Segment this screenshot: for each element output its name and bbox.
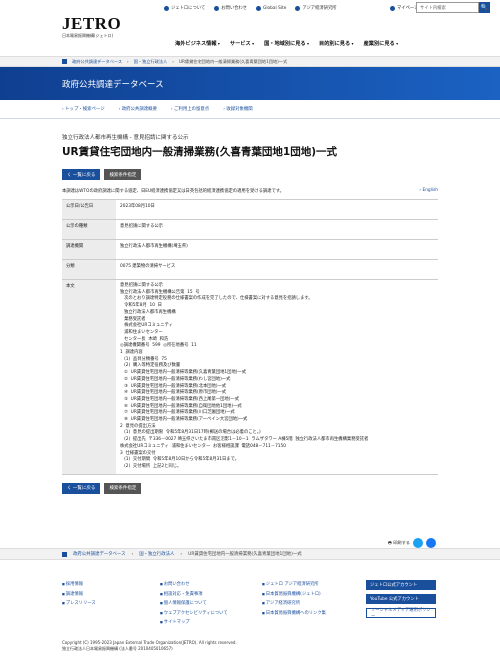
breadcrumb: 政府公共調達データベース › 国・独立行政法人 › UR賃貸住宅団地内一般清掃業務(…: [0, 56, 500, 67]
jetro-logo[interactable]: JETRO: [62, 14, 121, 34]
footer-col-2: お問い合わせ 相談対応・免責事項 個人情報保護について ウェブアクセシビリティに…: [160, 580, 228, 628]
row-value: 0075 建築物の清掃サービス: [116, 259, 438, 280]
nav-overseas-info[interactable]: 海外ビジネス情報: [175, 40, 220, 47]
page-title: UR賃貸住宅団地内一般清掃業務(久喜青葉団地1団地)一式: [62, 146, 338, 158]
nav-by-country[interactable]: 国・地域別に見る: [264, 40, 309, 47]
home-icon[interactable]: [62, 59, 67, 64]
button-row-bottom: く 一覧に戻る 検索条件指定: [62, 482, 500, 494]
circle-icon: [214, 5, 220, 11]
table-row: 公示日/公告日 2023年08月10日: [62, 199, 438, 220]
circle-icon: [164, 5, 169, 11]
english-link[interactable]: › English: [419, 188, 438, 193]
footer-link[interactable]: アジア経済研究所: [262, 599, 326, 609]
breadcrumb-item[interactable]: 国・独立行政法人: [139, 551, 174, 557]
breadcrumb-bottom: 政府公共調達データベース › 国・独立行政法人 › UR賃貸住宅団地内一般清掃業務(…: [0, 548, 500, 560]
footer-link[interactable]: ジェトロ アジア経済研究所: [262, 580, 326, 590]
subnav-top-search[interactable]: トップ・検索ページ: [62, 106, 104, 112]
subnav-notes[interactable]: ご利用上の留意点: [171, 106, 209, 112]
logo-subtitle: 日本貿易振興機構(ジェトロ): [62, 33, 114, 38]
wto-notice: 本調達はWTOの政府調達に関する協定、日EU経済連携協定又は日英包括的経済連携協…: [62, 188, 438, 194]
footer-col-1: 採用情報 調達情報 プレスリリース: [62, 580, 96, 609]
footer-link[interactable]: 調達情報: [62, 590, 96, 600]
back-to-list-button[interactable]: く 一覧に戻る: [62, 482, 101, 494]
nav-services[interactable]: サービス: [230, 40, 254, 47]
subnav-overview[interactable]: 政府公共調達概要: [119, 106, 157, 112]
facebook-icon[interactable]: [426, 538, 436, 548]
row-value: 2023年08月10日: [116, 199, 438, 220]
home-icon[interactable]: [62, 551, 67, 557]
twitter-icon[interactable]: [413, 538, 423, 548]
top-link-global[interactable]: Global Site: [256, 5, 286, 11]
footer-link[interactable]: 相談対応・免責事項: [160, 590, 228, 600]
breadcrumb-item[interactable]: 政府公共調達データベース: [73, 551, 125, 557]
twitter-account-button[interactable]: ジェトロ公式アカウント: [366, 580, 436, 590]
button-row-top: く 一覧に戻る 検索条件指定: [62, 169, 500, 180]
category-label: 独立行政法人都市再生機構 - 意見招請に関する公示: [62, 135, 189, 141]
nav-by-industry[interactable]: 産業別に見る: [364, 40, 399, 47]
breadcrumb-current: UR賃貸住宅団地内一般清掃業務(久喜青葉団地1団地)一式: [188, 552, 302, 557]
row-label: 分類: [62, 259, 116, 280]
footer-col-3: ジェトロ アジア経済研究所 日本貿易振興機構(ジェトロ) アジア経済研究所 日本…: [262, 580, 326, 618]
breadcrumb-item[interactable]: 国・独立行政法人: [134, 59, 168, 65]
table-row: 分類 0075 建築物の清掃サービス: [62, 259, 438, 280]
person-icon: [390, 5, 395, 11]
footer-link[interactable]: ウェブアクセシビリティについて: [160, 609, 228, 619]
search-conditions-button[interactable]: 検索条件指定: [104, 169, 142, 180]
row-label: 調達機関: [62, 239, 116, 260]
copyright: Copyright (C) 1995-2023 Japan External T…: [62, 640, 237, 651]
social-policy-button[interactable]: ソーシャルメディア運用ポリシー: [366, 608, 436, 619]
footer-link[interactable]: プレスリリース: [62, 599, 96, 609]
top-link-contact[interactable]: お問い合わせ: [214, 5, 247, 11]
row-label: 公示日/公告日: [62, 199, 116, 220]
breadcrumb-current: UR賃貸住宅団地内一般清掃業務(久喜青葉団地1団地)一式: [178, 58, 288, 64]
breadcrumb-item[interactable]: 政府公共調達データベース: [72, 59, 122, 65]
globe-icon: [256, 5, 262, 11]
footer-link[interactable]: 日本貿易振興機構へのリンク集: [262, 609, 326, 619]
row-label: 公示の種類: [62, 219, 116, 240]
row-value: 意見招請に関する公示: [116, 219, 438, 240]
notice-body-text: 意見招請に関する公示 独立行政法人都市再生機構公告第 15 号 次のとおり調達特…: [120, 283, 369, 469]
footer-link[interactable]: サイトマップ: [160, 618, 228, 628]
nav-by-purpose[interactable]: 目的別に見る: [319, 40, 354, 47]
footer-link[interactable]: 個人情報保護について: [160, 599, 228, 609]
site-footer: 採用情報 調達情報 プレスリリース お問い合わせ 相談対応・免責事項 個人情報保…: [0, 574, 500, 634]
circle-icon: [295, 5, 301, 11]
row-label: 本文: [62, 279, 116, 475]
top-links: ジェトロについて お問い合わせ Global Site アジア経済研究所: [164, 5, 337, 11]
search-input[interactable]: サイト内検索: [416, 2, 479, 13]
site-header: JETRO 日本貿易振興機構(ジェトロ) ジェトロについて お問い合わせ Glo…: [0, 0, 500, 56]
print-link[interactable]: 🖶 印刷する: [388, 540, 410, 547]
footer-link[interactable]: 日本貿易振興機構(ジェトロ): [262, 590, 326, 600]
table-row: 本文 意見招請に関する公示 独立行政法人都市再生機構公告第 15 号 次のとおり調…: [62, 279, 438, 475]
footer-link[interactable]: 採用情報: [62, 580, 96, 590]
page-banner: 政府公共調達データベース: [0, 67, 500, 100]
detail-table: 公示日/公告日 2023年08月10日 公示の種類 意見招請に関する公示 調達機関独…: [62, 199, 438, 475]
table-row: 公示の種類 意見招請に関する公示: [62, 219, 438, 240]
back-to-list-button[interactable]: く 一覧に戻る: [62, 169, 101, 180]
mypage-link[interactable]: マイページ: [390, 5, 418, 11]
table-row: 調達機関 独立行政法人都市再生機構(埼玉県): [62, 239, 438, 260]
sub-nav: トップ・検索ページ 政府公共調達概要 ご利用上の留意点 收録対象機関: [0, 100, 500, 119]
search-icon[interactable]: 🔍: [479, 2, 490, 13]
share-bar: 🖶 印刷する: [388, 538, 436, 548]
main-nav: 海外ビジネス情報 サービス 国・地域別に見る 目的別に見る 産業別に見る: [175, 40, 398, 47]
top-link-about[interactable]: ジェトロについて: [164, 5, 205, 11]
subnav-agencies[interactable]: 收録対象機関: [223, 106, 252, 112]
search-conditions-button[interactable]: 検索条件指定: [104, 482, 142, 494]
row-value: 独立行政法人都市再生機構(埼玉県): [116, 239, 438, 260]
footer-link[interactable]: お問い合わせ: [160, 580, 228, 590]
youtube-account-button[interactable]: YouTube 公式アカウント: [366, 594, 436, 604]
notice-text: 本調達はWTOの政府調達に関する協定、日EU経済連携協定又は日英包括的経済連携協…: [62, 189, 284, 194]
top-link-ide[interactable]: アジア経済研究所: [295, 5, 337, 11]
